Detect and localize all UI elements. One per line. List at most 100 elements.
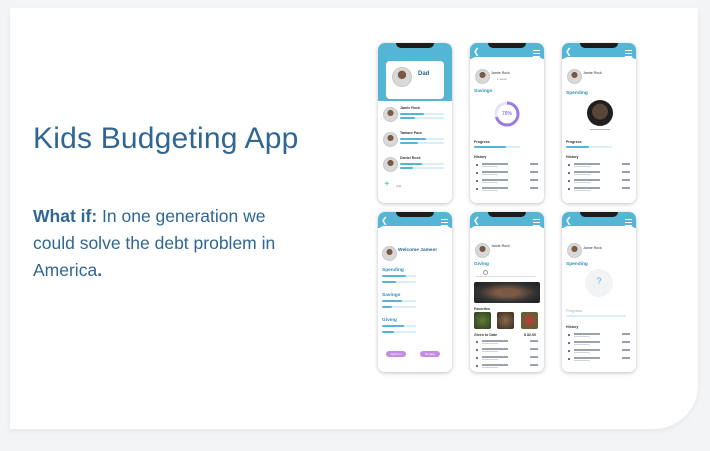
progress-label: Progress	[474, 140, 490, 144]
phone-notch	[488, 43, 526, 48]
spending-bar-2	[382, 281, 416, 283]
phone-spending: ❮ Jamie Rock Spending Progress History	[562, 43, 636, 203]
kid-progress	[400, 167, 444, 169]
parent-avatar	[392, 67, 412, 87]
history-row[interactable]	[568, 171, 630, 177]
user-avatar	[567, 243, 582, 258]
given-to-date-label: Given to Date	[474, 333, 498, 337]
menu-icon[interactable]	[625, 50, 632, 57]
section-title: Spending	[566, 91, 588, 96]
history-row[interactable]	[568, 333, 630, 339]
phone-notch	[396, 43, 434, 48]
history-row[interactable]	[568, 341, 630, 347]
savings-bar	[382, 300, 416, 302]
spending-bar	[382, 275, 416, 277]
kid-progress	[400, 138, 444, 140]
history-row[interactable]	[476, 187, 538, 193]
favorite-tile[interactable]	[521, 312, 538, 329]
user-avatar	[475, 243, 490, 258]
history-row[interactable]	[476, 356, 538, 362]
progress-label: Progress	[566, 140, 582, 144]
user-name: Jamie Rock	[491, 71, 510, 75]
phone-notch	[396, 212, 434, 217]
favorite-tile[interactable]	[474, 312, 491, 329]
kid-avatar[interactable]	[383, 132, 398, 147]
phone-family: Dad Jamie Rock Tamaro Pace Daniel Rock +…	[378, 43, 452, 203]
photo-caption-line	[590, 129, 610, 130]
kid-progress	[400, 163, 444, 165]
section-title: Giving	[474, 262, 489, 267]
user-avatar	[475, 69, 490, 84]
kid-name[interactable]: Tamaro Pace	[400, 131, 422, 135]
history-row[interactable]	[568, 187, 630, 193]
history-row[interactable]	[476, 364, 538, 370]
kid-name[interactable]: Jamie Rock	[400, 106, 420, 110]
body-prefix: What if:	[33, 206, 98, 226]
body-text: What if: In one generation we could solv…	[33, 203, 283, 284]
kid-progress	[400, 113, 444, 115]
donate-button[interactable]: Donate	[420, 351, 440, 357]
user-sub: 1 week	[497, 77, 507, 81]
history-row[interactable]	[476, 171, 538, 177]
user-name: Jamie Rock	[491, 244, 510, 248]
giving-bar	[382, 325, 416, 327]
kid-name[interactable]: Daniel Rock	[400, 156, 421, 160]
back-icon[interactable]: ❮	[473, 217, 480, 225]
empty-goal-icon: ?	[596, 276, 602, 286]
savings-bar-2	[382, 306, 416, 308]
history-row[interactable]	[476, 163, 538, 169]
search-icon[interactable]	[483, 270, 488, 275]
phone-notch	[580, 212, 618, 217]
section-spending[interactable]: Spending	[382, 268, 404, 273]
back-icon[interactable]: ❮	[381, 217, 388, 225]
donut-percent: 70%	[501, 111, 512, 117]
user-avatar	[567, 69, 582, 84]
history-label: History	[566, 155, 579, 159]
add-kid-label[interactable]: Add	[396, 184, 401, 188]
given-to-date-value: $ 82.00	[524, 333, 536, 337]
phone-welcome: ❮ Welcome James! Spending Savings Giving…	[378, 212, 452, 372]
back-icon[interactable]: ❮	[473, 48, 480, 56]
user-avatar	[382, 246, 397, 261]
section-savings[interactable]: Savings	[382, 293, 400, 298]
history-row[interactable]	[476, 340, 538, 346]
progress-bar	[474, 146, 520, 148]
add-kid-icon[interactable]: +	[384, 180, 390, 190]
user-name: Jamie Rock	[583, 71, 602, 75]
giving-bar-2	[382, 331, 416, 333]
history-row[interactable]	[568, 163, 630, 169]
menu-icon[interactable]	[441, 219, 448, 226]
menu-icon[interactable]	[533, 50, 540, 57]
section-title: Savings	[474, 89, 493, 94]
kid-progress	[400, 117, 444, 119]
progress-bar	[566, 146, 612, 148]
featured-photo[interactable]	[474, 282, 540, 303]
history-row[interactable]	[568, 349, 630, 355]
progress-bar	[566, 315, 626, 317]
history-row[interactable]	[476, 348, 538, 354]
menu-icon[interactable]	[625, 219, 632, 226]
history-row[interactable]	[568, 179, 630, 185]
welcome-title: Welcome James!	[398, 248, 437, 253]
history-row[interactable]	[476, 179, 538, 185]
favorite-tile[interactable]	[497, 312, 514, 329]
favorites-label: Favorites	[474, 307, 490, 311]
body-end: .	[97, 260, 103, 280]
progress-label: Progress	[566, 308, 583, 313]
history-row[interactable]	[568, 357, 630, 363]
back-icon[interactable]: ❮	[565, 217, 572, 225]
phone-savings: ❮ Jamie Rock 1 week Savings 70% Progress…	[470, 43, 544, 203]
kid-avatar[interactable]	[383, 107, 398, 122]
back-icon[interactable]: ❮	[565, 48, 572, 56]
user-name: Jamie Rock	[583, 246, 602, 250]
menu-icon[interactable]	[533, 219, 540, 226]
parent-name: Dad	[418, 71, 430, 77]
spending-photo	[587, 100, 613, 126]
section-giving[interactable]: Giving	[382, 318, 397, 323]
phone-giving: ❮ Jamie Rock Giving Favorites Given to D…	[470, 212, 544, 372]
headline: Kids Budgeting App	[33, 122, 299, 155]
phone-notch	[488, 212, 526, 217]
add-fun-button[interactable]: Add Fun	[386, 351, 406, 357]
phone-notch	[580, 43, 618, 48]
kid-avatar[interactable]	[383, 157, 398, 172]
